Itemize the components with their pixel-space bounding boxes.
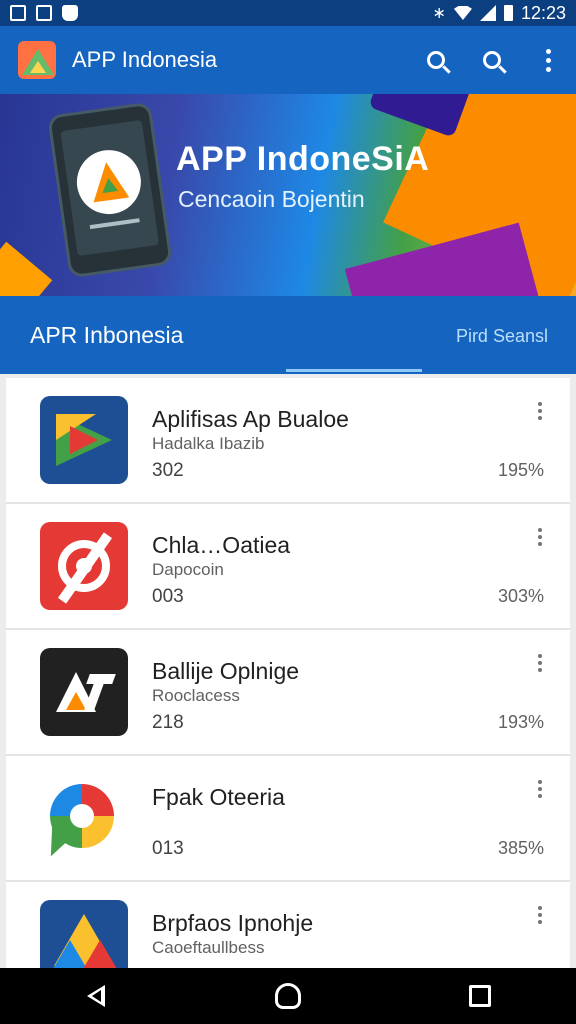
recents-button[interactable] — [450, 968, 510, 1024]
overflow-menu-button[interactable] — [526, 38, 570, 82]
app-value: 302 — [152, 460, 184, 481]
app-developer: Rooclacess — [152, 686, 240, 705]
banner-subtitle: Cencaoin Bojentin — [178, 186, 365, 212]
status-time: 12:23 — [520, 2, 566, 23]
app-percent: 303% — [497, 586, 544, 606]
list-item[interactable]: Fpak Oteeria 013 385% — [6, 756, 570, 882]
app-logo-icon — [72, 145, 146, 219]
status-left-icons — [10, 5, 78, 21]
home-icon — [275, 983, 301, 1009]
app-percent: 195% — [497, 460, 544, 480]
red-disc-icon — [40, 522, 128, 610]
tab-bar: APR Inbonesia Pird Seansl — [0, 296, 576, 374]
app-name: Ballije Oplnige — [152, 658, 300, 684]
home-button[interactable] — [258, 968, 318, 1024]
tab-indicator — [286, 369, 422, 372]
recents-icon — [469, 985, 491, 1007]
search-button-2[interactable] — [470, 38, 514, 82]
app-bar: APP Indonesia — [0, 26, 576, 94]
back-button[interactable] — [66, 968, 126, 1024]
tab-secondary[interactable]: Pird Seansl — [456, 326, 548, 347]
more-vert-icon[interactable] — [532, 906, 548, 930]
battery-icon — [503, 5, 513, 21]
bluetooth-icon: ∗ — [432, 5, 446, 22]
dark-a-icon — [40, 648, 128, 736]
phone-screen — [60, 119, 160, 257]
banner-decoration — [0, 241, 53, 296]
app-developer: Hadalka Ibazib — [152, 434, 265, 453]
more-vert-icon — [545, 48, 551, 72]
status-right-icons: ∗ 12:23 — [433, 3, 566, 24]
list-item[interactable]: Brpfaos Ipnohje Caoeftaullbess — [6, 882, 570, 968]
app-developer: Dapocoin — [152, 560, 224, 579]
play-store-icon — [40, 396, 128, 484]
phone-illustration — [47, 101, 173, 279]
banner-title: APP IndoneSiA — [176, 140, 430, 178]
notification-icon — [10, 5, 26, 21]
map-pin-icon — [40, 774, 128, 862]
app-value: 013 — [152, 838, 184, 859]
search-icon — [427, 51, 445, 69]
promo-banner[interactable]: APP IndoneSiA Cencaoin Bojentin — [0, 94, 576, 296]
app-name: Chla…Oatiea — [152, 532, 291, 558]
app-percent: 385% — [497, 838, 544, 858]
app-value: 218 — [152, 712, 184, 733]
more-vert-icon[interactable] — [532, 528, 548, 552]
app-developer: Caoeftaullbess — [152, 938, 265, 957]
more-vert-icon[interactable] — [532, 402, 548, 426]
system-nav-bar — [0, 968, 576, 1024]
app-name: Fpak Oteeria — [152, 784, 285, 810]
app-name: Aplifisas Ap Bualoe — [152, 406, 349, 432]
drive-icon — [40, 900, 128, 968]
list-item[interactable]: Aplifisas Ap Bualoe Hadalka Ibazib 302 1… — [6, 378, 570, 504]
image-icon — [36, 5, 52, 21]
app-title: APP Indonesia — [72, 47, 218, 72]
app-logo-icon — [18, 41, 56, 79]
more-vert-icon[interactable] — [532, 654, 548, 678]
search-button[interactable] — [414, 38, 458, 82]
app-name: Brpfaos Ipnohje — [152, 910, 314, 936]
list-item[interactable]: Ballije Oplnige Rooclacess 218 193% — [6, 630, 570, 756]
shield-icon — [62, 5, 78, 21]
signal-icon — [479, 5, 496, 21]
app-list: Aplifisas Ap Bualoe Hadalka Ibazib 302 1… — [6, 378, 570, 968]
list-item[interactable]: Chla…Oatiea Dapocoin 003 303% — [6, 504, 570, 630]
app-percent: 193% — [497, 712, 544, 732]
search-icon — [483, 51, 501, 69]
status-bar: ∗ 12:23 — [0, 0, 576, 26]
back-icon — [87, 985, 105, 1007]
more-vert-icon[interactable] — [532, 780, 548, 804]
tab-main[interactable]: APR Inbonesia — [30, 322, 183, 349]
app-value: 003 — [152, 586, 184, 607]
wifi-icon — [453, 6, 472, 20]
phone-text-line — [89, 218, 140, 230]
